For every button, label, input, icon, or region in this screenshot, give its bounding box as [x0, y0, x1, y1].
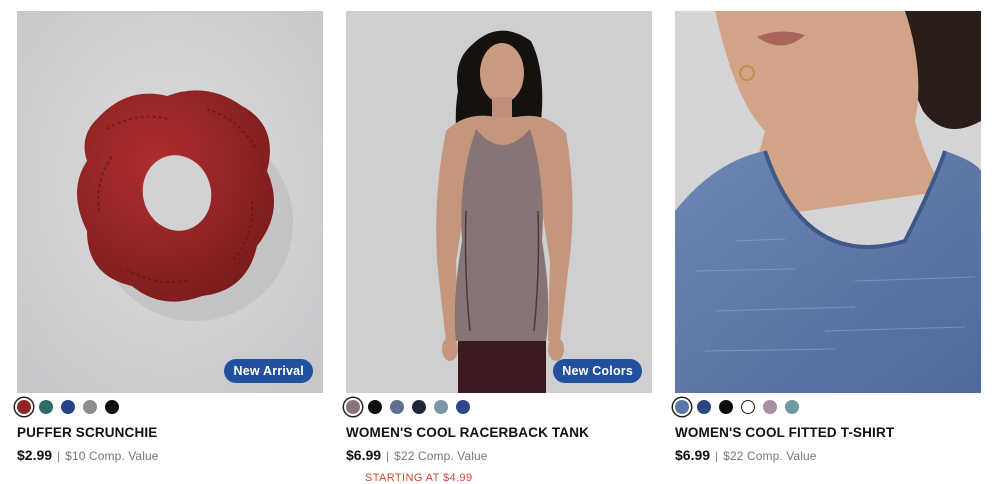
price-separator: | [715, 449, 719, 463]
product-image-scrunchie[interactable]: New Arrival [17, 11, 323, 393]
comp-value: $22 Comp. Value [723, 449, 817, 463]
swatch-black[interactable] [719, 400, 733, 414]
color-swatches [17, 398, 323, 416]
swatch-dark-navy[interactable] [412, 400, 426, 414]
color-swatches [675, 398, 981, 416]
product-card-fitted-tshirt: WOMEN'S COOL FITTED T-SHIRT $6.99 | $22 … [675, 11, 981, 463]
product-price: $6.99 [675, 447, 711, 463]
scrunchie-photo [17, 11, 323, 393]
swatch-dusty-teal[interactable] [785, 400, 799, 414]
swatch-lilac[interactable] [763, 400, 777, 414]
swatch-navy[interactable] [697, 400, 711, 414]
swatch-teal[interactable] [39, 400, 53, 414]
swatch-black[interactable] [368, 400, 382, 414]
product-grid: New Arrival PUFFER SCRUNCHIE $2.99 | $10… [0, 0, 1000, 484]
swatch-navy[interactable] [61, 400, 75, 414]
product-price: $2.99 [17, 447, 53, 463]
racerback-tank-photo [346, 11, 652, 393]
color-swatches [346, 398, 652, 416]
fitted-tshirt-photo [675, 11, 981, 393]
product-image-fitted-tshirt[interactable] [675, 11, 981, 393]
product-card-racerback-tank: New Colors WOMEN'S COOL RACERBACK TANK $… [346, 11, 652, 484]
swatch-heather-blue[interactable] [675, 400, 689, 414]
product-price: $6.99 [346, 447, 382, 463]
product-name[interactable]: WOMEN'S COOL RACERBACK TANK [346, 425, 652, 440]
price-separator: | [57, 449, 61, 463]
price-row: $6.99 | $22 Comp. Value [675, 447, 981, 463]
product-name[interactable]: PUFFER SCRUNCHIE [17, 425, 323, 440]
swatch-mauve[interactable] [346, 400, 360, 414]
swatch-red[interactable] [17, 400, 31, 414]
new-colors-badge: New Colors [553, 359, 642, 383]
swatch-grey[interactable] [83, 400, 97, 414]
swatch-slate-blue[interactable] [390, 400, 404, 414]
new-arrival-badge: New Arrival [224, 359, 313, 383]
price-row: $6.99 | $22 Comp. Value [346, 447, 652, 463]
price-separator: | [386, 449, 390, 463]
comp-value: $10 Comp. Value [65, 449, 159, 463]
comp-value: $22 Comp. Value [394, 449, 488, 463]
product-name[interactable]: WOMEN'S COOL FITTED T-SHIRT [675, 425, 981, 440]
swatch-dusty-blue[interactable] [434, 400, 448, 414]
product-card-puffer-scrunchie: New Arrival PUFFER SCRUNCHIE $2.99 | $10… [17, 11, 323, 463]
price-row: $2.99 | $10 Comp. Value [17, 447, 323, 463]
swatch-black[interactable] [105, 400, 119, 414]
product-image-racerback-tank[interactable]: New Colors [346, 11, 652, 393]
swatch-navy[interactable] [456, 400, 470, 414]
promo-starting-price: STARTING AT $4.99 [365, 472, 473, 484]
swatch-white[interactable] [741, 400, 755, 414]
